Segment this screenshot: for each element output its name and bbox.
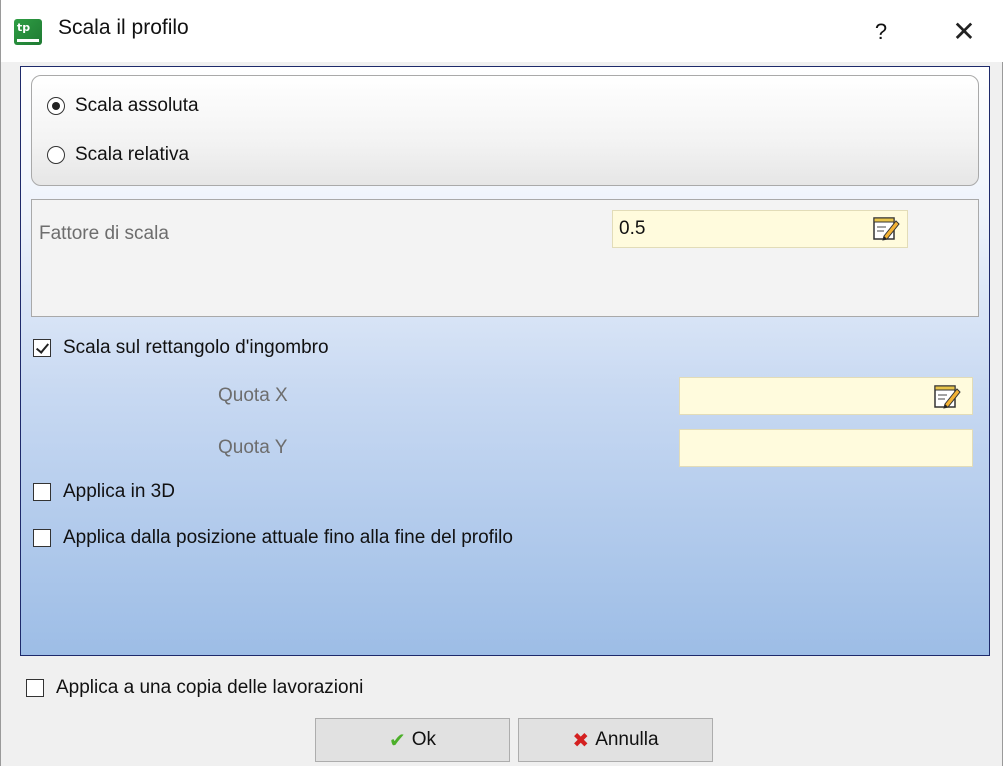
quota-y-input[interactable] (679, 429, 973, 467)
radio-scala-relativa[interactable]: Scala relativa (47, 141, 189, 169)
checkbox-checked-icon[interactable] (33, 339, 51, 357)
quota-x-input[interactable] (679, 377, 973, 415)
app-logo-icon: tp (14, 19, 42, 45)
radio-label: Scala assoluta (75, 95, 199, 116)
help-button[interactable]: ? (861, 12, 901, 52)
checkmark-icon: ✔ (388, 729, 406, 752)
checkbox-apply-copy[interactable]: Applica a una copia delle lavorazioni (26, 674, 363, 702)
ok-button[interactable]: ✔ Ok (315, 718, 510, 762)
checkbox-unchecked-icon[interactable] (33, 483, 51, 501)
main-panel: Scala assoluta Scala relativa Fattore di… (20, 66, 990, 656)
quota-y-label: Quota Y (218, 437, 288, 458)
checkbox-label: Applica a una copia delle lavorazioni (56, 677, 364, 698)
checkbox-label: Scala sul rettangolo d'ingombro (63, 337, 329, 358)
checkbox-apply-3d[interactable]: Applica in 3D (33, 478, 175, 506)
checkbox-apply-from-position[interactable]: Applica dalla posizione attuale fino all… (33, 524, 513, 552)
radio-label: Scala relativa (75, 144, 190, 165)
radio-unselected-icon[interactable] (47, 146, 65, 164)
scale-factor-group: Fattore di scala 0.5 (31, 199, 979, 317)
cancel-button-label: Annulla (595, 729, 659, 750)
edit-notepad-icon[interactable] (872, 215, 900, 241)
checkbox-unchecked-icon[interactable] (33, 529, 51, 547)
title-bar: tp Scala il profilo ? ✕ (1, 0, 1003, 62)
checkbox-scale-bounding-rect[interactable]: Scala sul rettangolo d'ingombro (33, 334, 329, 362)
scale-factor-input[interactable]: 0.5 (612, 210, 908, 248)
dialog-title: Scala il profilo (58, 16, 189, 39)
radio-selected-icon[interactable] (47, 97, 65, 115)
checkbox-unchecked-icon[interactable] (26, 679, 44, 697)
edit-notepad-icon[interactable] (933, 383, 961, 409)
ok-button-label: Ok (411, 729, 437, 750)
checkbox-label: Applica dalla posizione attuale fino all… (63, 527, 513, 548)
checkbox-label: Applica in 3D (63, 481, 175, 502)
red-x-icon: ✖ (572, 729, 590, 752)
cancel-button[interactable]: ✖ Annulla (518, 718, 713, 762)
radio-scala-assoluta[interactable]: Scala assoluta (47, 92, 199, 120)
scale-factor-label: Fattore di scala (39, 223, 169, 244)
scale-profile-dialog: tp Scala il profilo ? ✕ Scala assoluta S… (0, 0, 1003, 766)
close-button[interactable]: ✕ (941, 12, 987, 52)
quota-x-label: Quota X (218, 385, 288, 406)
scale-mode-group: Scala assoluta Scala relativa (31, 75, 979, 186)
